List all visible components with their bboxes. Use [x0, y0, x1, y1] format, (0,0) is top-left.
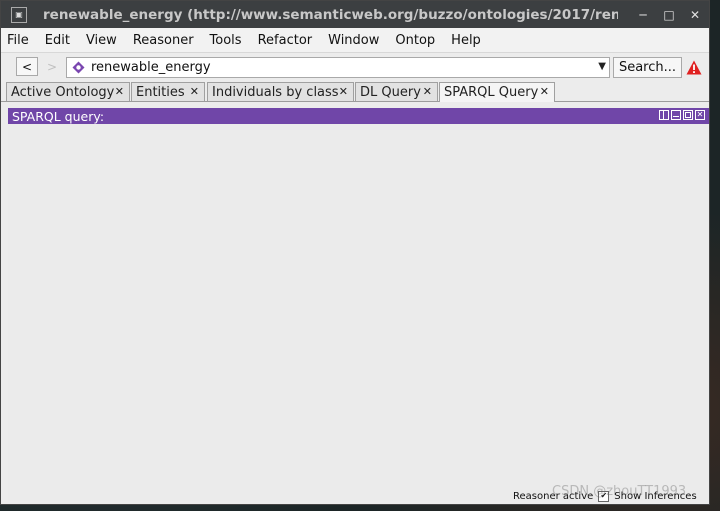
view-header: SPARQL query: ✕: [8, 108, 709, 124]
view-controls: ✕: [659, 110, 705, 120]
close-icon[interactable]: ✕: [190, 85, 199, 98]
sparql-query-view: SPARQL query: ✕: [8, 108, 709, 501]
tab-label: Entities: [136, 84, 185, 100]
maximize-view-icon[interactable]: [683, 110, 693, 120]
tab-bar: Active Ontology ✕ Entities ✕ Individuals…: [1, 82, 709, 102]
menu-help[interactable]: Help: [445, 33, 487, 48]
close-icon[interactable]: ✕: [540, 85, 549, 98]
protege-window: ▣ renewable_energy (http://www.semanticw…: [0, 0, 710, 505]
ontology-icon: [72, 61, 85, 74]
menu-view[interactable]: View: [80, 33, 123, 48]
tab-dl-query[interactable]: DL Query ✕: [355, 82, 438, 101]
app-menu-icon[interactable]: ▣: [11, 6, 27, 23]
close-icon[interactable]: ✕: [339, 85, 348, 98]
tab-label: Individuals by class: [212, 84, 339, 100]
tab-active-ontology[interactable]: Active Ontology ✕: [6, 82, 130, 101]
menu-file[interactable]: File: [1, 33, 35, 48]
close-icon[interactable]: ✕: [423, 85, 432, 98]
forward-button[interactable]: >: [41, 57, 63, 76]
back-button[interactable]: <: [16, 57, 38, 76]
toolbar: < > renewable_energy ▼ Search...: [1, 53, 709, 81]
tab-sparql-query[interactable]: SPARQL Query ✕: [439, 82, 555, 102]
menu-reasoner[interactable]: Reasoner: [127, 33, 200, 48]
warning-icon[interactable]: [686, 60, 702, 75]
tab-label: SPARQL Query: [444, 85, 539, 100]
maximize-button[interactable]: □: [663, 8, 675, 22]
menu-ontop[interactable]: Ontop: [389, 33, 441, 48]
view-title: SPARQL query:: [12, 108, 105, 124]
tab-entities[interactable]: Entities ✕: [131, 82, 205, 101]
tab-label: DL Query: [360, 84, 421, 100]
split-view-icon[interactable]: [659, 110, 669, 120]
ontology-selector[interactable]: renewable_energy ▼: [66, 57, 610, 78]
menu-tools[interactable]: Tools: [204, 33, 248, 48]
title-bar[interactable]: ▣ renewable_energy (http://www.semanticw…: [1, 1, 709, 28]
tab-label: Active Ontology: [11, 84, 115, 100]
minimize-view-icon[interactable]: [671, 110, 681, 120]
menu-edit[interactable]: Edit: [39, 33, 76, 48]
window-controls: ─ □ ✕: [637, 1, 701, 28]
window-title: renewable_energy (http://www.semanticweb…: [43, 6, 618, 23]
ontology-name: renewable_energy: [91, 60, 211, 75]
search-button[interactable]: Search...: [613, 57, 682, 78]
close-icon[interactable]: ✕: [115, 85, 124, 98]
minimize-button[interactable]: ─: [637, 8, 649, 22]
close-view-icon[interactable]: ✕: [695, 110, 705, 120]
watermark-text: CSDN @zhouTT1993: [552, 484, 687, 499]
menu-bar: File Edit View Reasoner Tools Refactor W…: [1, 28, 709, 53]
tab-individuals-by-class[interactable]: Individuals by class ✕: [207, 82, 354, 101]
chevron-down-icon[interactable]: ▼: [598, 61, 606, 72]
menu-window[interactable]: Window: [322, 33, 385, 48]
close-button[interactable]: ✕: [689, 8, 701, 22]
menu-refactor[interactable]: Refactor: [252, 33, 319, 48]
